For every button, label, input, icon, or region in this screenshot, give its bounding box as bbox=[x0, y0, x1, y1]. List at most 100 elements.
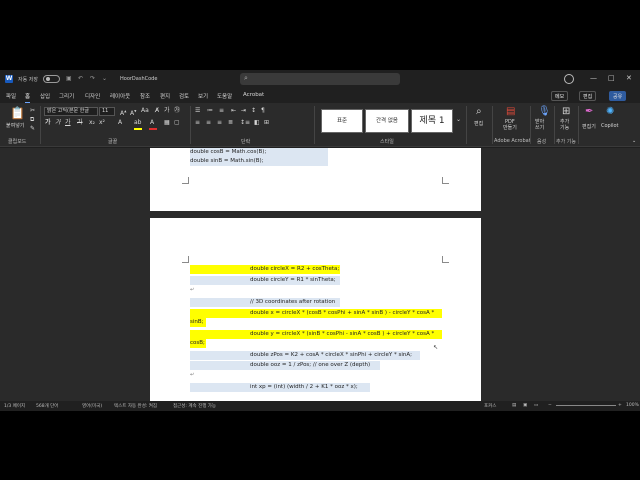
addins-icon[interactable]: ⊞ bbox=[562, 106, 570, 118]
copy-icon[interactable]: ⧉ bbox=[30, 116, 34, 124]
align-left-icon[interactable]: ≡ bbox=[195, 119, 200, 127]
bold-icon[interactable]: 가 bbox=[45, 119, 51, 127]
tab-mailings[interactable]: 편지 bbox=[160, 92, 170, 100]
font-name-select[interactable]: 맑은 고딕(본문 한글 bbox=[44, 107, 98, 116]
page-1[interactable]: double cosB = Math.cos(B); double sinB =… bbox=[150, 148, 481, 211]
underline-icon[interactable]: 가 bbox=[65, 119, 71, 127]
paste-button[interactable]: 붙여넣기 bbox=[6, 122, 24, 129]
multilevel-list-icon[interactable]: ≡ bbox=[219, 107, 224, 115]
zoom-out-icon[interactable]: − bbox=[548, 403, 552, 408]
create-pdf-button[interactable]: PDF 만들기 bbox=[503, 119, 517, 131]
save-icon[interactable]: ▣ bbox=[66, 75, 72, 82]
align-right-icon[interactable]: ≡ bbox=[217, 119, 222, 127]
code-line: sinB; bbox=[190, 318, 206, 327]
grow-font-icon[interactable]: A▲ bbox=[120, 107, 126, 118]
editing-button[interactable]: 편집 bbox=[474, 120, 483, 127]
share-button[interactable]: 공유 bbox=[609, 91, 627, 101]
accessibility-status[interactable]: 접근성: 계속 진행 가능 bbox=[173, 403, 216, 409]
format-painter-icon[interactable]: ✎ bbox=[30, 125, 35, 133]
tab-design[interactable]: 디자인 bbox=[85, 92, 100, 100]
paste-icon[interactable]: 📋 bbox=[10, 106, 25, 120]
tab-layout[interactable]: 레이아웃 bbox=[110, 92, 130, 100]
numbering-icon[interactable]: ≔ bbox=[207, 107, 213, 115]
addins-button[interactable]: 추가 기능 bbox=[560, 119, 569, 131]
maximize-icon[interactable]: □ bbox=[608, 74, 615, 82]
editing-mode-button[interactable]: 편집 bbox=[579, 91, 597, 101]
tab-file[interactable]: 파일 bbox=[6, 92, 16, 100]
redo-icon[interactable]: ↷ bbox=[90, 75, 95, 82]
page-2[interactable]: double circleX = R2 + cosTheta; double c… bbox=[150, 218, 481, 401]
borders-icon[interactable]: ⊞ bbox=[264, 119, 269, 127]
collapse-ribbon-icon[interactable]: ⌄ bbox=[632, 137, 636, 145]
pdf-icon[interactable]: ▤ bbox=[506, 106, 515, 118]
style-heading-1[interactable]: 제목 1 bbox=[411, 109, 453, 133]
find-icon[interactable]: ⌕ bbox=[476, 106, 482, 118]
document-title[interactable]: HoorDashCode bbox=[120, 76, 157, 82]
font-size-select[interactable]: 11 bbox=[99, 107, 115, 116]
enclose-char-icon[interactable]: ㉮ bbox=[174, 107, 180, 115]
print-layout-icon[interactable]: ▣ bbox=[523, 403, 527, 408]
customize-qat-icon[interactable]: ⌄ bbox=[102, 75, 107, 82]
tab-acrobat[interactable]: Acrobat bbox=[243, 92, 264, 98]
dictate-icon[interactable]: 🎙 bbox=[538, 106, 551, 118]
change-case-icon[interactable]: Aa bbox=[141, 107, 149, 115]
cut-icon[interactable]: ✂ bbox=[30, 107, 35, 115]
style-no-spacing[interactable]: 간격 없음 bbox=[365, 109, 409, 133]
highlight-icon[interactable]: ab bbox=[134, 119, 142, 127]
dictate-button[interactable]: 받아 쓰기 bbox=[535, 119, 544, 131]
show-marks-icon[interactable]: ¶ bbox=[261, 107, 265, 115]
document-area[interactable]: double cosB = Math.cos(B); double sinB =… bbox=[0, 148, 640, 401]
avatar[interactable] bbox=[564, 74, 574, 84]
tab-insert[interactable]: 삽입 bbox=[40, 92, 50, 100]
web-layout-icon[interactable]: ▭ bbox=[534, 403, 538, 408]
language-status[interactable]: 영어(미국) bbox=[82, 403, 102, 409]
tab-review[interactable]: 검토 bbox=[179, 92, 189, 100]
undo-icon[interactable]: ↶ bbox=[78, 75, 83, 82]
close-icon[interactable]: ✕ bbox=[626, 74, 632, 82]
zoom-in-icon[interactable]: + bbox=[618, 403, 622, 408]
focus-button[interactable]: 포커스 bbox=[484, 403, 496, 409]
font-color-icon[interactable]: A bbox=[150, 119, 154, 127]
tab-draw[interactable]: 그리기 bbox=[59, 92, 74, 100]
editor-button[interactable]: 편집기 bbox=[582, 123, 596, 130]
code-line: double sinB = Math.sin(B); bbox=[190, 157, 328, 166]
increase-indent-icon[interactable]: ⇥ bbox=[241, 107, 246, 115]
copilot-button[interactable]: Copilot bbox=[601, 123, 619, 129]
editor-icon[interactable]: ✒ bbox=[585, 106, 593, 118]
shading-icon[interactable]: ▦ bbox=[164, 119, 170, 127]
zoom-level[interactable]: 100% bbox=[626, 403, 639, 408]
justify-icon[interactable]: ≣ bbox=[228, 119, 233, 127]
phonetic-guide-icon[interactable]: 가 bbox=[164, 107, 170, 115]
ribbon-tabs: 파일 홈 삽입 그리기 디자인 레이아웃 참조 편지 검토 보기 도움말 Acr… bbox=[0, 89, 640, 103]
subscript-icon[interactable]: x₂ bbox=[89, 119, 95, 127]
strikethrough-icon[interactable]: 가 bbox=[77, 119, 83, 127]
search-box[interactable]: ⌕ bbox=[240, 73, 400, 85]
tab-home[interactable]: 홈 bbox=[25, 92, 31, 103]
line-spacing-icon[interactable]: ↕≡ bbox=[240, 119, 250, 127]
bullets-icon[interactable]: ☰ bbox=[195, 107, 200, 115]
sort-icon[interactable]: ↕ bbox=[251, 107, 256, 115]
tab-help[interactable]: 도움말 bbox=[217, 92, 232, 100]
superscript-icon[interactable]: x² bbox=[99, 119, 105, 127]
text-effects-icon[interactable]: A bbox=[118, 119, 122, 127]
clear-format-icon[interactable]: A̸ bbox=[155, 107, 159, 115]
decrease-indent-icon[interactable]: ⇤ bbox=[231, 107, 236, 115]
comments-button[interactable]: 메모 bbox=[551, 91, 569, 101]
zoom-slider[interactable] bbox=[556, 405, 616, 406]
page-count[interactable]: 1/3 페이지 bbox=[4, 403, 25, 409]
read-mode-icon[interactable]: ▤ bbox=[512, 403, 516, 408]
align-center-icon[interactable]: ≡ bbox=[206, 119, 211, 127]
italic-icon[interactable]: 가 bbox=[55, 119, 61, 127]
tab-references[interactable]: 참조 bbox=[140, 92, 150, 100]
shrink-font-icon[interactable]: A▼ bbox=[130, 107, 136, 118]
word-count[interactable]: 568개 단어 bbox=[36, 403, 58, 409]
styles-more-icon[interactable]: ⌄ bbox=[456, 116, 461, 124]
minimize-icon[interactable]: — bbox=[590, 74, 597, 82]
paragraph-shading-icon[interactable]: ◧ bbox=[254, 119, 260, 127]
tab-view[interactable]: 보기 bbox=[198, 92, 208, 100]
autosave-toggle[interactable] bbox=[43, 75, 60, 83]
style-normal[interactable]: 표준 bbox=[321, 109, 363, 133]
copilot-icon[interactable]: ✺ bbox=[606, 106, 614, 118]
text-prediction-status[interactable]: 텍스트 자동 완성: 켜짐 bbox=[114, 403, 157, 409]
char-border-icon[interactable]: ▢ bbox=[174, 119, 180, 127]
